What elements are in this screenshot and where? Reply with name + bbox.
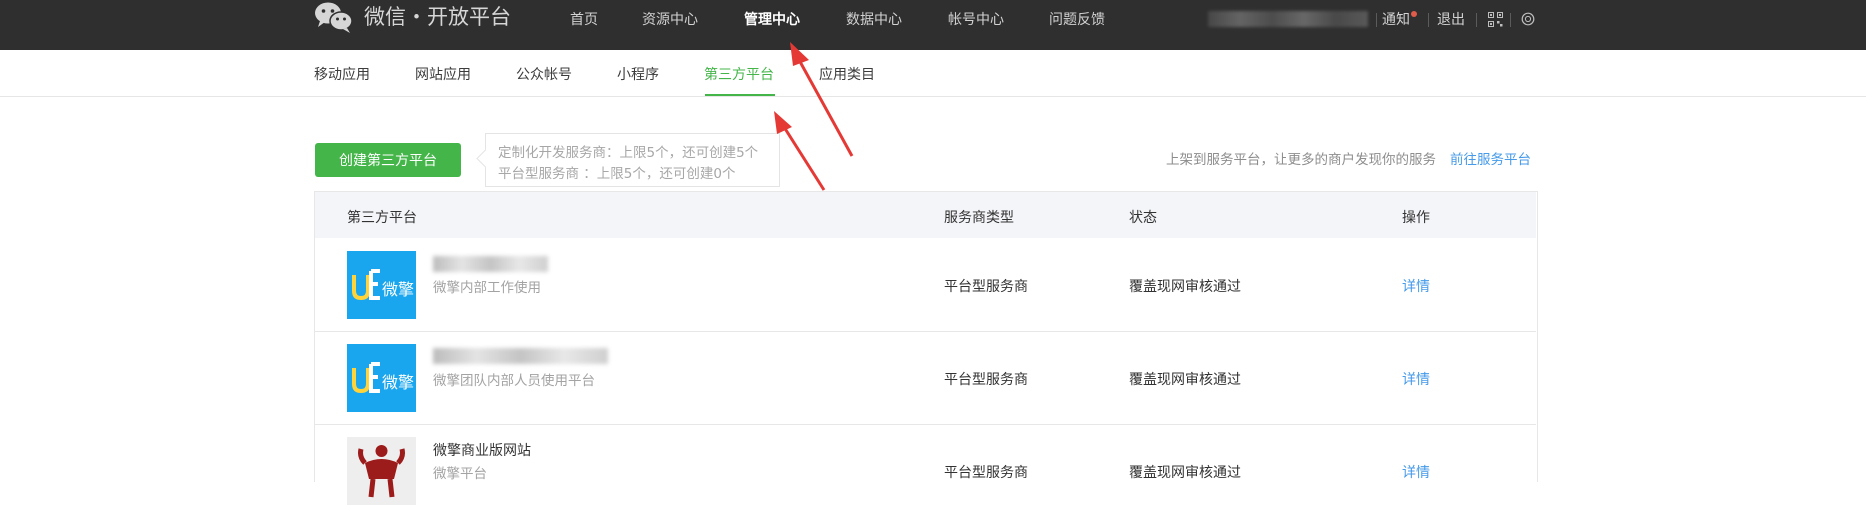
- annotation-arrows: [774, 42, 854, 191]
- red-arrow-to-management: [790, 42, 854, 157]
- red-arrow-to-third-party-tab: [774, 111, 826, 191]
